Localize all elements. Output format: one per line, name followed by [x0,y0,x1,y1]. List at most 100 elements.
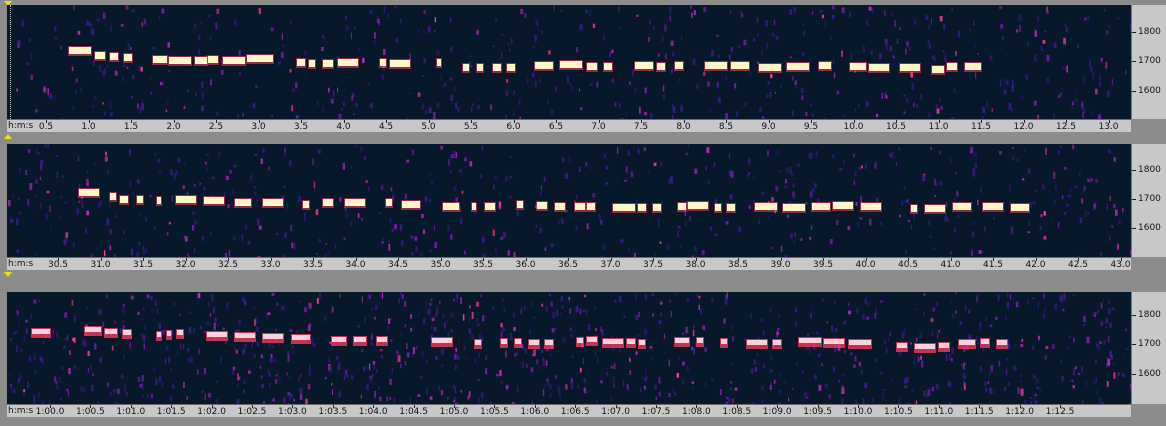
noise-speck [535,19,539,27]
noise-speck [1096,310,1100,313]
noise-speck [96,18,100,22]
noise-speck [73,315,76,322]
noise-speck [672,106,676,113]
noise-speck [1030,397,1032,400]
noise-speck [609,211,611,215]
noise-speck [654,384,657,390]
time-tick-label: 9.0 [761,122,776,132]
noise-speck [663,333,666,340]
noise-speck [346,26,349,32]
noise-speck [1012,147,1015,150]
noise-speck [245,224,248,231]
noise-speck [194,248,196,254]
spectrogram-view[interactable] [7,5,1131,119]
noise-speck [700,308,703,315]
noise-speck [690,5,692,9]
noise-speck [1075,99,1077,102]
noise-speck [1000,23,1004,29]
playback-cursor[interactable] [10,5,11,119]
noise-speck [129,46,132,50]
noise-speck [584,343,586,348]
frequency-tick-label: 1800 [1138,310,1161,320]
noise-speck [18,323,20,328]
noise-speck [490,104,492,111]
noise-speck [19,373,21,380]
noise-speck [412,352,414,357]
noise-speck [889,45,892,52]
noise-speck [1100,321,1103,326]
noise-speck [1118,219,1121,224]
noise-speck [693,10,696,15]
noise-speck [469,305,471,309]
noise-speck [814,374,817,380]
noise-speck [771,246,773,249]
noise-speck [422,103,424,111]
noise-speck [826,321,828,324]
call-segment [110,193,116,200]
noise-speck [963,362,966,365]
noise-speck [729,194,733,200]
time-tick-label: 6.5 [548,122,564,132]
noise-speck [769,369,773,373]
noise-speck [238,72,242,75]
spectrogram-view[interactable] [7,144,1131,257]
noise-speck [518,99,521,105]
noise-speck [955,310,957,314]
noise-speck [10,217,12,221]
time-tick-label: 12.0 [1013,122,1034,132]
spectrogram-panel-1: 1800 1700 1600 h:m:s 0.5 1.0 1.5 2.0 2.5 3.0 3.5… [0,0,1166,140]
noise-speck [307,327,309,330]
noise-speck [958,30,961,37]
noise-speck [143,343,146,350]
noise-speck [140,318,143,321]
noise-speck [1098,396,1102,404]
noise-speck [635,351,638,355]
noise-speck [1079,217,1082,224]
call-segment [309,60,315,67]
noise-speck [620,239,624,244]
noise-speck [809,191,813,198]
noise-speck [923,391,927,397]
noise-speck [756,17,758,24]
start-marker-icon[interactable] [4,134,12,139]
call-segment [675,62,683,69]
noise-speck [217,323,219,327]
noise-speck [28,148,31,153]
noise-speck [327,87,330,93]
noise-speck [535,224,537,228]
noise-speck [338,391,341,398]
noise-speck [227,204,230,209]
noise-speck [228,249,231,257]
noise-speck [171,195,173,202]
noise-speck [216,8,220,14]
noise-speck [459,169,462,173]
noise-speck [533,45,535,50]
noise-speck [495,248,497,254]
noise-speck [805,111,808,117]
noise-speck [541,30,543,35]
noise-speck [544,384,546,388]
noise-speck [963,380,966,386]
spectrogram-view[interactable] [7,292,1131,404]
noise-speck [291,105,293,112]
noise-speck [629,357,631,362]
noise-speck [42,341,45,344]
noise-speck [331,382,333,386]
noise-speck [44,144,47,147]
noise-speck [418,30,420,33]
noise-speck [705,165,707,171]
noise-speck [1059,145,1062,149]
noise-speck [142,393,144,398]
noise-speck [530,302,533,308]
noise-speck [1106,30,1108,35]
noise-speck [668,359,670,366]
end-marker-icon[interactable] [4,272,12,277]
noise-speck [618,295,622,302]
noise-speck [1059,94,1062,97]
noise-speck [387,13,390,19]
noise-speck [433,112,436,119]
time-tick-label: 36.5 [557,260,579,270]
noise-speck [928,45,931,49]
noise-speck [492,306,495,311]
noise-speck [1004,387,1006,391]
